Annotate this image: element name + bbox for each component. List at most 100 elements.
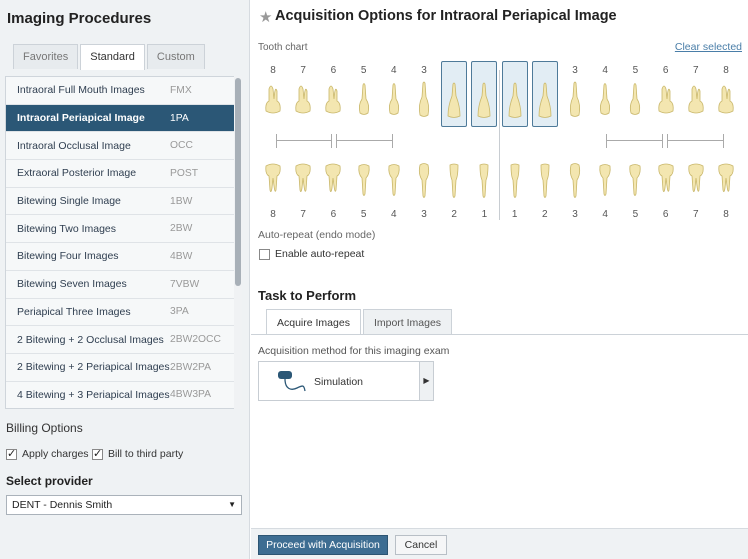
- bill-third-party-checkbox[interactable]: Bill to third party: [92, 447, 184, 460]
- upper-tooth[interactable]: [622, 61, 648, 127]
- provider-select[interactable]: DENT - Dennis Smith ▼: [6, 495, 242, 515]
- lower-tooth[interactable]: [683, 162, 709, 206]
- tooth-chart: 87654321123456788765432112345678: [251, 58, 748, 228]
- apply-charges-checkbox[interactable]: Apply charges: [6, 447, 89, 460]
- upper-tooth[interactable]: [713, 61, 739, 127]
- apply-charges-label: Apply charges: [22, 448, 89, 460]
- lower-tooth[interactable]: [532, 162, 558, 206]
- proceed-with-acquisition-button[interactable]: Proceed with Acquisition: [258, 535, 388, 555]
- procedure-row[interactable]: Intraoral Periapical Image 1PA: [6, 104, 241, 133]
- procedure-code: 2BW2PA: [170, 361, 212, 373]
- procedure-name: Bitewing Two Images: [17, 222, 117, 235]
- lower-tooth[interactable]: [502, 162, 528, 206]
- lower-tooth[interactable]: [260, 162, 286, 206]
- procedure-row[interactable]: Periapical Three Images 3PA: [6, 298, 241, 327]
- tab-favorites[interactable]: Favorites: [13, 44, 79, 69]
- lower-tooth[interactable]: [290, 162, 316, 206]
- tooth-number: 4: [602, 209, 608, 220]
- tooth-number: 1: [481, 209, 488, 220]
- procedure-row[interactable]: 4 Bitewing + 3 Periapical Images 4BW3PA: [6, 381, 241, 408]
- lower-tooth[interactable]: [320, 162, 346, 206]
- scrollbar-thumb[interactable]: [235, 78, 241, 286]
- upper-tooth[interactable]: [290, 61, 316, 127]
- tooth-number: 3: [421, 209, 427, 220]
- tab-custom[interactable]: Custom: [146, 44, 205, 69]
- tab-import-images[interactable]: Import Images: [362, 309, 453, 335]
- clear-selected-link[interactable]: Clear selected: [675, 41, 742, 53]
- upper-tooth[interactable]: [683, 61, 709, 127]
- procedure-name: Bitewing Single Image: [17, 195, 121, 208]
- lower-tooth[interactable]: [653, 162, 679, 206]
- procedure-row[interactable]: Bitewing Four Images 4BW: [6, 243, 241, 271]
- procedure-row[interactable]: 2 Bitewing + 2 Occlusal Images 2BW2OCC: [6, 326, 241, 354]
- tooth-number: 2: [542, 209, 548, 220]
- bill-third-party-label: Bill to third party: [108, 448, 184, 460]
- acquisition-method-select[interactable]: Simulation ▶: [258, 361, 434, 401]
- lower-tooth[interactable]: [592, 162, 618, 206]
- procedure-name: Bitewing Four Images: [17, 250, 119, 263]
- cancel-button[interactable]: Cancel: [395, 535, 447, 555]
- procedure-row[interactable]: Bitewing Seven Images 7VBW: [6, 270, 241, 299]
- procedure-code: 1PA: [170, 112, 189, 124]
- upper-tooth[interactable]: [501, 61, 528, 127]
- upper-tooth[interactable]: [260, 61, 286, 127]
- procedure-row[interactable]: Extraoral Posterior Image POST: [6, 160, 241, 188]
- tooth-number: 6: [330, 209, 337, 220]
- tooth-number: 7: [300, 209, 306, 220]
- expand-arrow-icon[interactable]: ▶: [419, 362, 433, 400]
- upper-tooth[interactable]: [320, 61, 346, 127]
- quadrant-bracket: [336, 134, 393, 148]
- lower-tooth[interactable]: [411, 162, 437, 206]
- auto-repeat-box[interactable]: [259, 248, 270, 260]
- upper-tooth[interactable]: [592, 61, 618, 127]
- enable-auto-repeat-checkbox[interactable]: Enable auto-repeat: [259, 248, 364, 260]
- procedure-name: 2 Bitewing + 2 Occlusal Images: [17, 333, 164, 346]
- procedure-row[interactable]: Bitewing Single Image 1BW: [6, 187, 241, 216]
- upper-tooth[interactable]: [562, 61, 588, 127]
- lower-tooth[interactable]: [562, 162, 588, 206]
- procedure-code: OCC: [170, 140, 193, 152]
- upper-tooth[interactable]: [381, 61, 407, 127]
- action-footer: Proceed with Acquisition Cancel: [251, 528, 748, 559]
- upper-tooth[interactable]: [441, 61, 468, 127]
- procedure-name: Intraoral Periapical Image: [17, 112, 145, 125]
- procedure-code: 2BW2OCC: [170, 334, 221, 346]
- auto-repeat-label: Auto-repeat (endo mode): [258, 229, 376, 241]
- lower-tooth[interactable]: [622, 162, 648, 206]
- procedure-list-scrollbar[interactable]: [234, 76, 242, 409]
- bill-third-party-box[interactable]: [92, 447, 103, 460]
- procedure-name: Intraoral Occlusal Image: [17, 139, 131, 152]
- procedure-code: 4BW3PA: [170, 389, 212, 401]
- procedure-row[interactable]: Intraoral Occlusal Image OCC: [6, 132, 241, 161]
- lower-tooth[interactable]: [441, 162, 467, 206]
- upper-tooth[interactable]: [531, 61, 558, 127]
- procedure-row[interactable]: Bitewing Two Images 2BW: [6, 215, 241, 244]
- panel-title: Imaging Procedures: [7, 10, 152, 27]
- tooth-chart-label: Tooth chart: [258, 42, 308, 53]
- procedure-row[interactable]: Intraoral Full Mouth Images FMX: [6, 77, 241, 105]
- tab-standard[interactable]: Standard: [80, 44, 145, 70]
- lower-tooth[interactable]: [471, 162, 497, 206]
- auto-repeat-checkbox-label: Enable auto-repeat: [275, 248, 365, 260]
- lower-tooth[interactable]: [713, 162, 739, 206]
- lower-tooth[interactable]: [351, 162, 377, 206]
- tab-divider: [251, 334, 748, 335]
- procedure-code: 2BW: [170, 223, 193, 235]
- tooth-number: 5: [632, 209, 639, 220]
- upper-tooth[interactable]: [351, 61, 377, 127]
- procedure-code: 7VBW: [170, 278, 200, 290]
- acquisition-method-value: Simulation: [314, 376, 364, 388]
- tooth-number: 8: [270, 209, 276, 220]
- acquisition-title: Acquisition Options for Intraoral Periap…: [275, 8, 617, 24]
- acquisition-panel: ★ Acquisition Options for Intraoral Peri…: [251, 0, 748, 559]
- upper-tooth[interactable]: [471, 61, 498, 127]
- tab-acquire-images[interactable]: Acquire Images: [266, 309, 361, 335]
- quadrant-bracket: [276, 134, 332, 148]
- procedure-name: 2 Bitewing + 2 Periapical Images: [17, 361, 170, 374]
- apply-charges-box[interactable]: [6, 447, 17, 460]
- procedure-row[interactable]: 2 Bitewing + 2 Periapical Images 2BW2PA: [6, 353, 241, 382]
- lower-tooth[interactable]: [381, 162, 407, 206]
- upper-tooth[interactable]: [653, 61, 679, 127]
- favorite-star-icon[interactable]: ★: [259, 8, 272, 26]
- upper-tooth[interactable]: [411, 61, 437, 127]
